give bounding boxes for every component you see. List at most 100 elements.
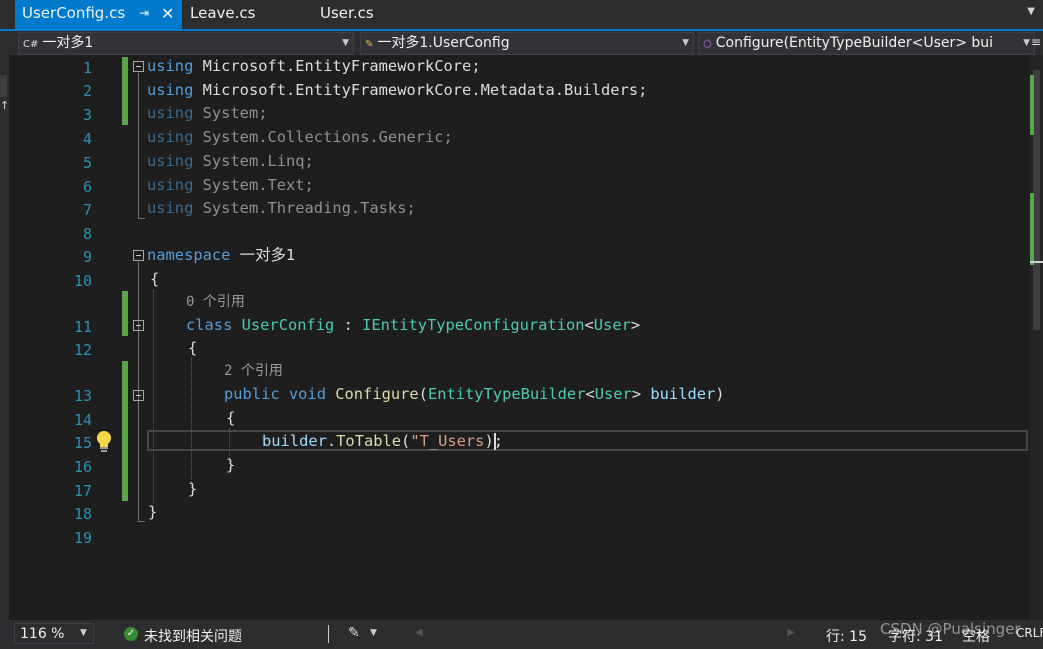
keyword: using	[147, 128, 194, 146]
line-number: 14	[73, 411, 92, 429]
code-line: namespace 一对多1	[147, 244, 295, 266]
change-tracking-bar	[122, 57, 128, 125]
line-number: 1	[82, 59, 92, 77]
code-line: using Microsoft.EntityFrameworkCore;	[147, 55, 481, 77]
line-number: 4	[82, 130, 92, 148]
change-tracking-bar	[122, 291, 128, 336]
code-line-unused: using System;	[147, 102, 267, 124]
outline-line-end	[138, 521, 145, 522]
codelens-references[interactable]: 2 个引用	[224, 360, 283, 382]
collapse-arrow-icon[interactable]: ↑	[0, 99, 9, 112]
keyword: namespace	[147, 246, 231, 264]
interface-name: IEntityTypeConfiguration	[362, 316, 585, 334]
issues-status[interactable]: 未找到相关问题	[144, 626, 242, 646]
chevron-down-icon: ▼	[342, 38, 349, 48]
code-text: System.Threading.Tasks;	[193, 199, 416, 217]
tab-label: UserConfig.cs	[22, 4, 126, 22]
line-number: 3	[82, 106, 92, 124]
code-text: System;	[193, 104, 268, 122]
type-name: User	[593, 316, 631, 334]
scrollbar-thumb[interactable]	[1033, 70, 1040, 330]
scroll-right-icon[interactable]: ▶	[787, 627, 795, 638]
class-dropdown[interactable]: ✎ 一对多1.UserConfig ▼	[360, 32, 694, 55]
pin-icon[interactable]: ⇥	[139, 0, 149, 27]
class-dropdown-label: 一对多1.UserConfig	[377, 35, 510, 51]
code-line-unused: using System.Threading.Tasks;	[147, 197, 416, 219]
scroll-left-icon[interactable]: ◀	[415, 627, 423, 638]
code-line-unused: using System.Linq;	[147, 150, 314, 172]
namespace-name: 一对多1	[230, 246, 296, 264]
code-line-unused: using System.Collections.Generic;	[147, 126, 453, 148]
line-indicator: 行: 15	[826, 629, 867, 645]
variable-name: builder	[262, 432, 327, 450]
lightbulb-icon[interactable]	[95, 430, 113, 454]
collapse-toggle[interactable]	[133, 250, 144, 261]
document-tab-bar: UserConfig.cs ⇥ ✕ Leave.cs User.cs ▼	[0, 0, 1043, 29]
editor-glyph-margin	[9, 55, 45, 620]
keyword: using	[147, 57, 194, 75]
horizontal-scrollbar[interactable]: ◀ ▶	[415, 627, 795, 639]
close-icon[interactable]: ✕	[161, 0, 174, 27]
brace: {	[188, 339, 198, 357]
code-line-unused: using System.Text;	[147, 174, 314, 196]
check-circle-icon: ✓	[124, 627, 138, 641]
line-number: 6	[82, 178, 92, 196]
class-icon: ✎	[365, 39, 374, 50]
line-number: 11	[73, 318, 92, 336]
collapse-toggle[interactable]	[133, 61, 144, 72]
tab-label: Leave.cs	[190, 4, 256, 22]
vertical-scrollbar[interactable]	[1030, 55, 1043, 620]
line-number: 2	[82, 82, 92, 100]
change-marker	[1030, 193, 1034, 265]
outline-line	[138, 73, 139, 218]
split-editor-icon[interactable]: ≡	[1031, 35, 1041, 49]
line-number: 18	[73, 505, 92, 523]
code-text: System.Linq;	[193, 152, 314, 170]
line-number: 19	[73, 529, 92, 547]
member-dropdown[interactable]: ⬡ Configure(EntityTypeBuilder<User> bui ▼	[698, 32, 1035, 55]
type-name: EntityTypeBuilder	[427, 385, 586, 403]
code-text: (	[418, 385, 428, 403]
code-text: :	[334, 316, 363, 334]
class-name: UserConfig	[241, 316, 335, 334]
tab-leave-cs[interactable]: Leave.cs	[190, 0, 255, 27]
line-number: 16	[73, 458, 92, 476]
tab-overflow-dropdown-icon[interactable]: ▼	[1027, 6, 1035, 17]
line-number: 15	[73, 434, 92, 452]
code-text: >	[631, 385, 642, 403]
method-name: ToTable	[336, 432, 402, 450]
collapse-toggle[interactable]	[133, 390, 144, 401]
code-text: )	[715, 385, 725, 403]
code-cleanup-icon[interactable]: ✎	[348, 625, 360, 641]
left-tool-strip: ↑	[0, 55, 9, 620]
code-line: public void Configure(EntityTypeBuilder<…	[224, 383, 725, 405]
chevron-down-icon: ▼	[80, 628, 87, 638]
codelens-references[interactable]: 0 个引用	[186, 291, 245, 313]
csharp-project-icon: C#	[23, 39, 39, 50]
code-text: (	[401, 432, 411, 450]
line-number: 7	[82, 201, 92, 219]
keyword: using	[147, 104, 194, 122]
tool-window-tab[interactable]	[0, 75, 7, 97]
brace: }	[188, 480, 198, 498]
code-text: Microsoft.EntityFrameworkCore;	[193, 57, 481, 75]
member-dropdown-label: Configure(EntityTypeBuilder<User> bui	[715, 35, 994, 51]
line-number: 13	[73, 387, 92, 405]
code-text: .	[326, 432, 337, 450]
outline-line-end	[138, 218, 145, 219]
tab-label: User.cs	[320, 4, 374, 22]
keyword: class	[186, 316, 233, 334]
chevron-down-icon[interactable]: ▼	[370, 628, 377, 638]
keyword: public	[224, 385, 280, 403]
collapse-toggle[interactable]	[133, 320, 144, 331]
project-dropdown[interactable]: C# 一对多1 ▼	[18, 32, 354, 55]
tab-userconfig-cs[interactable]: UserConfig.cs ⇥ ✕	[15, 0, 182, 29]
chevron-down-icon: ▼	[1023, 38, 1030, 48]
indent-guide	[153, 290, 154, 510]
keyword: using	[147, 152, 194, 170]
tab-user-cs[interactable]: User.cs	[320, 0, 374, 27]
code-line: using Microsoft.EntityFrameworkCore.Meta…	[147, 79, 647, 101]
line-number: 9	[82, 248, 92, 266]
type-name: User	[594, 385, 632, 403]
parameter-name: builder	[650, 385, 716, 403]
